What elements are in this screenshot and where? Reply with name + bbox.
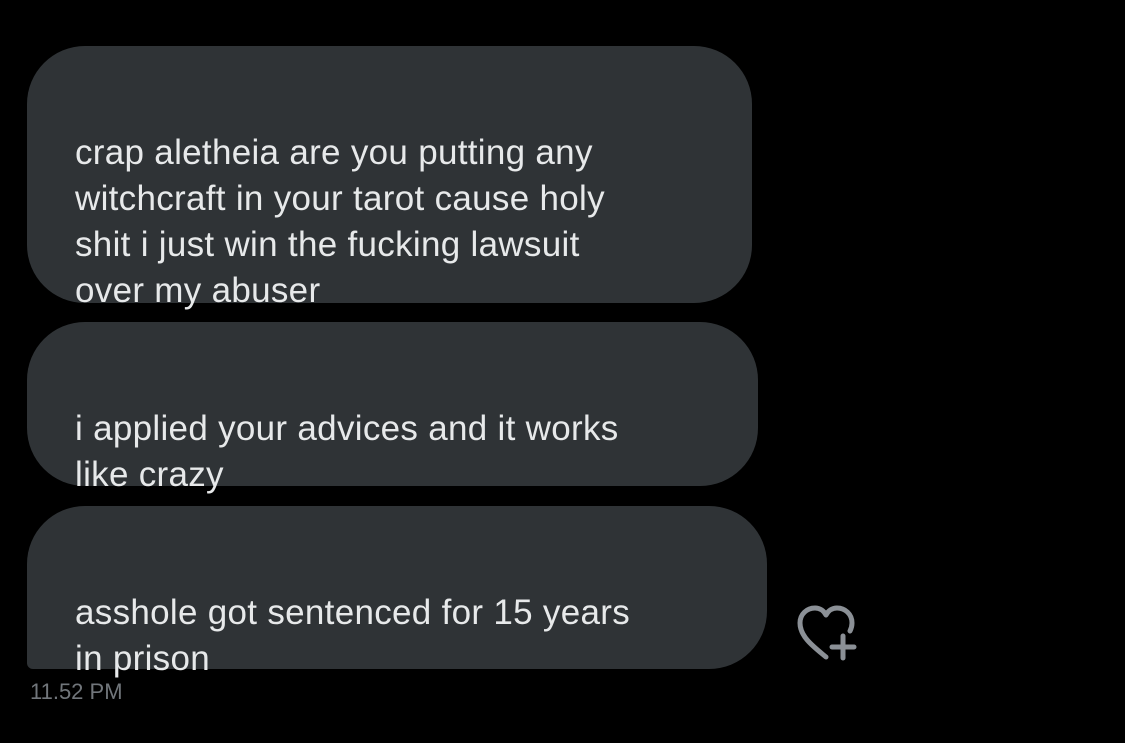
message-text: crap aletheia are you putting any witchc… — [75, 133, 605, 310]
message-timestamp: 11.52 PM — [30, 679, 123, 704]
heart-plus-icon — [797, 605, 857, 661]
message-text: i applied your advices and it works like… — [75, 409, 619, 494]
add-reaction-button[interactable] — [796, 604, 860, 664]
message-bubble[interactable]: asshole got sentenced for 15 years in pr… — [27, 506, 767, 678]
message-text: asshole got sentenced for 15 years in pr… — [75, 593, 630, 678]
message-bubble[interactable]: crap aletheia are you putting any witchc… — [27, 46, 752, 310]
message-bubble[interactable]: i applied your advices and it works like… — [27, 322, 758, 494]
